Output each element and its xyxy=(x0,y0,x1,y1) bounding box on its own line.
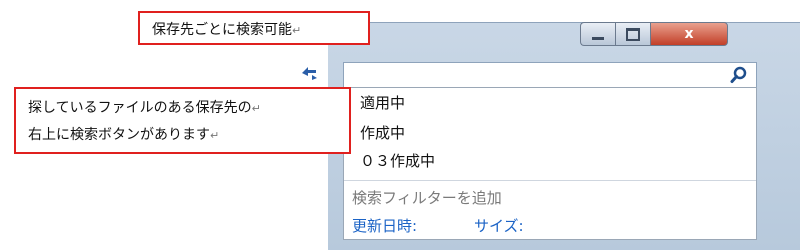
close-button[interactable]: x xyxy=(650,22,728,46)
search-icon[interactable] xyxy=(730,66,748,84)
minimize-icon xyxy=(592,36,604,40)
window-controls: x xyxy=(580,22,728,46)
search-dropdown: 適用中 作成中 ０３作成中 検索フィルターを追加 更新日時: サイズ: xyxy=(343,87,757,240)
callout-search-per-location: 保存先ごとに検索可能↵ xyxy=(138,11,370,45)
callout-line-2: 右上に検索ボタンがあります xyxy=(28,127,210,143)
return-mark: ↵ xyxy=(210,129,220,142)
filter-date-modified[interactable]: 更新日時: xyxy=(352,215,417,236)
return-mark: ↵ xyxy=(251,102,261,115)
add-search-filter-label: 検索フィルターを追加 xyxy=(352,189,502,207)
maximize-button[interactable] xyxy=(615,22,650,46)
filter-size[interactable]: サイズ: xyxy=(474,215,524,236)
refresh-arrow-icon[interactable] xyxy=(300,64,318,84)
history-item[interactable]: 適用中 xyxy=(360,92,405,113)
callout-search-button-location: 探しているファイルのある保存先の↵ 右上に検索ボタンがあります↵ xyxy=(14,87,351,154)
search-input[interactable] xyxy=(343,62,757,88)
minimize-button[interactable] xyxy=(580,22,615,46)
maximize-icon xyxy=(626,27,640,41)
return-mark: ↵ xyxy=(292,24,302,37)
history-item[interactable]: 作成中 xyxy=(360,122,405,143)
close-icon: x xyxy=(684,26,694,42)
history-item[interactable]: ０３作成中 xyxy=(360,150,435,171)
callout-text: 保存先ごとに検索可能 xyxy=(152,22,292,38)
callout-line-1: 探しているファイルのある保存先の xyxy=(28,100,252,116)
dropdown-divider xyxy=(344,180,756,181)
